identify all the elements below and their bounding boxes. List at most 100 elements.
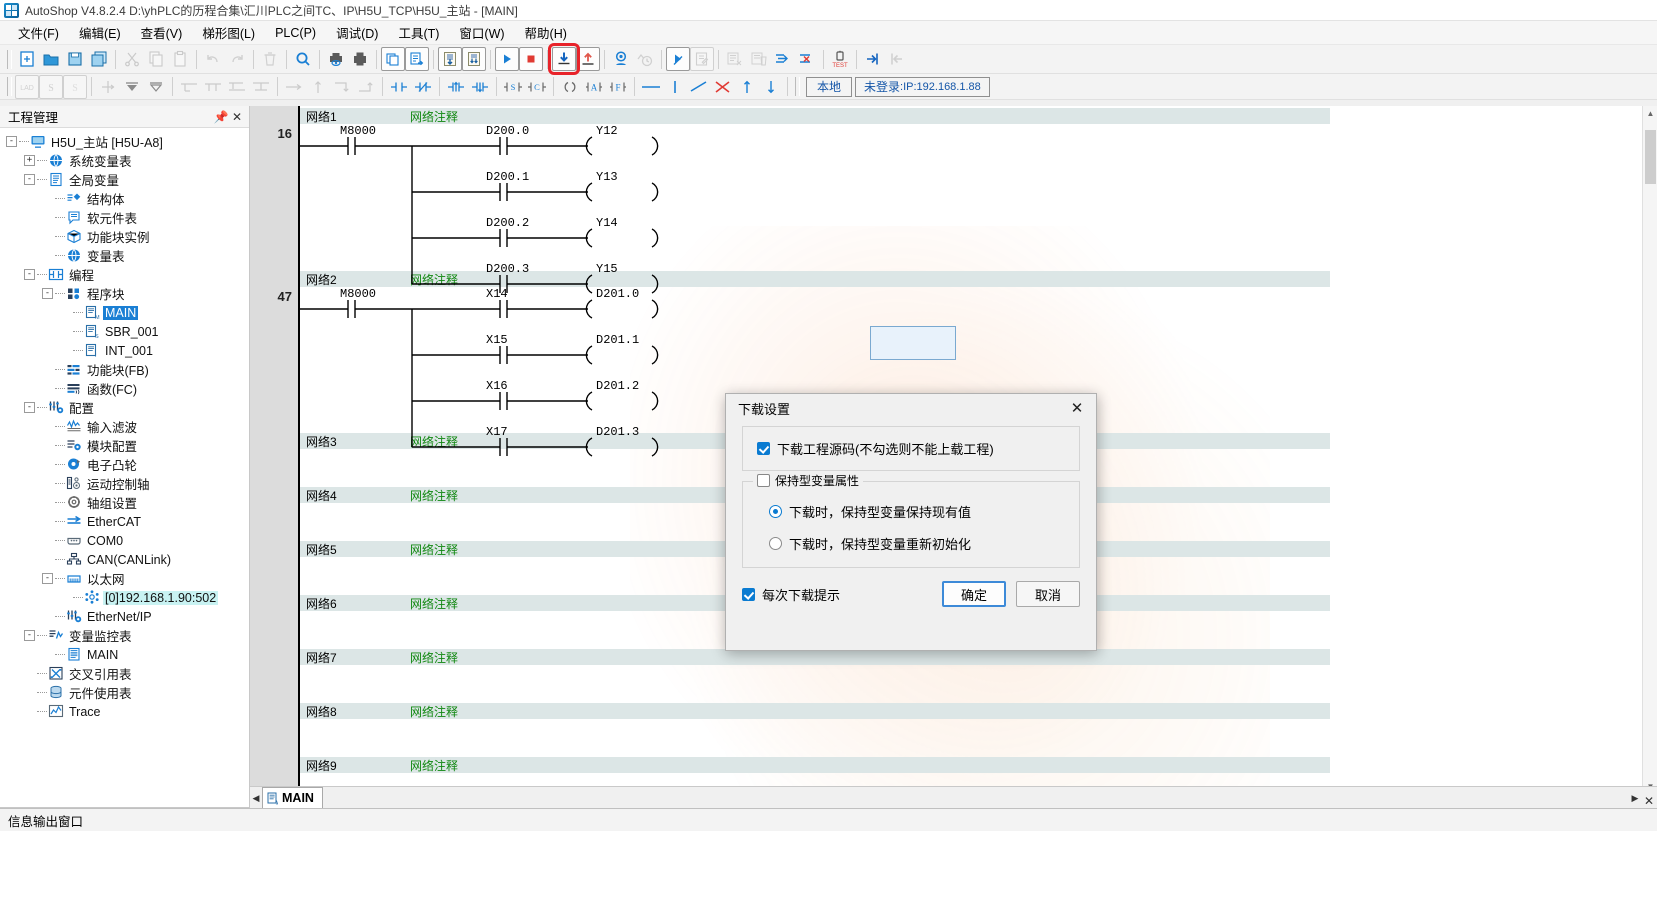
editor-vertical-scrollbar[interactable]: ▲ ▼ [1642,106,1657,794]
compile-icon[interactable] [438,47,462,71]
tab-scroll-left[interactable]: ◀ [250,788,262,808]
tree-expander[interactable]: - [6,136,17,147]
login-icon[interactable] [861,47,885,71]
tree-item-[interactable]: 交叉引用表 [6,664,249,683]
tree-item-[interactable]: -配置 [6,398,249,417]
toolbar-grip[interactable] [7,50,12,69]
contact-no-icon[interactable] [387,75,411,99]
reset-c-icon[interactable]: C [525,75,549,99]
menu-view[interactable]: 查看(V) [131,20,193,45]
new-file-icon[interactable] [15,47,39,71]
open-folder-icon[interactable] [39,47,63,71]
tree-item-[interactable]: 软元件表 [6,208,249,227]
retain-init-radio[interactable] [769,537,782,550]
copy-icon[interactable] [144,47,168,71]
arrow-up-icon[interactable] [735,75,759,99]
tree-item-h5u_h5ua8[interactable]: -H5U_主站 [H5U-A8] [6,132,249,151]
menu-tools[interactable]: 工具(T) [388,20,449,45]
move-down-icon[interactable] [144,75,168,99]
tree-item-[interactable]: 变量表 [6,246,249,265]
paste-icon[interactable] [168,47,192,71]
tree-item-[interactable]: 元件使用表 [6,683,249,702]
retain-init-row[interactable]: 下载时，保持型变量重新初始化 [769,534,1065,553]
f-block-icon[interactable]: F [606,75,630,99]
tree-item-trace[interactable]: Trace [6,702,249,721]
window-cascade-icon[interactable] [381,47,405,71]
cancel-button[interactable]: 取消 [1016,581,1080,607]
contact-falling-icon[interactable] [468,75,492,99]
trace-icon[interactable] [633,47,657,71]
step-run-icon[interactable] [666,47,690,71]
vline-up-icon[interactable] [306,75,330,99]
move-down-filled-icon[interactable] [120,75,144,99]
menu-plc[interactable]: PLC(P) [265,23,326,43]
tree-item-int_001[interactable]: IINT_001 [6,341,249,360]
connection-local-label[interactable]: 本地 [806,77,852,97]
clear-program-icon[interactable] [723,47,747,71]
tree-expander[interactable]: + [24,155,35,166]
a-block-icon[interactable]: A [582,75,606,99]
compile-all-icon[interactable] [462,47,486,71]
window-list-icon[interactable] [405,47,429,71]
save-all-icon[interactable] [87,47,111,71]
tree-expander[interactable]: - [42,288,53,299]
contact-rising-icon[interactable] [444,75,468,99]
tree-item-[interactable]: 轴组设置 [6,493,249,512]
tree-item-[interactable]: 结构体 [6,189,249,208]
test-usb-icon[interactable]: TEST [828,47,852,71]
tree-item-ethercat[interactable]: EtherCAT [6,512,249,531]
contact-nc-icon[interactable] [411,75,435,99]
cut-icon[interactable] [120,47,144,71]
tree-item-0192.168.1.90:502[interactable]: [0]192.168.1.90:502 [6,588,249,607]
close-icon[interactable]: ✕ [229,109,245,125]
branch-up-icon[interactable] [177,75,201,99]
draw-hline-icon[interactable] [639,75,663,99]
sfc-mode-icon[interactable]: S [63,75,87,99]
tree-item-main[interactable]: MAIN [6,645,249,664]
tree-item-[interactable]: 输入滤波 [6,417,249,436]
download-source-code-row[interactable]: 下载工程源码(不勾选则不能上载工程) [757,439,1065,458]
edit-mode-icon[interactable] [690,47,714,71]
menu-help[interactable]: 帮助(H) [515,20,577,45]
delete-icon[interactable] [258,47,282,71]
menu-debug[interactable]: 调试(D) [326,20,388,45]
connection-status[interactable]: 未登录:IP:192.168.1.88 [855,77,990,97]
upload-icon[interactable] [576,47,600,71]
network-header[interactable]: 网络1网络注释 [300,108,1330,124]
tree-expander[interactable]: - [24,174,35,185]
corner-up-icon[interactable] [354,75,378,99]
tree-item-[interactable]: 模块配置 [6,436,249,455]
tree-item-[interactable]: 运动控制轴 [6,474,249,493]
print-icon[interactable] [348,47,372,71]
delete-vline-icon[interactable] [711,75,735,99]
tree-item-sbr_001[interactable]: SSBR_001 [6,322,249,341]
arrow-down-icon[interactable] [759,75,783,99]
corner-down-icon[interactable] [330,75,354,99]
menu-file[interactable]: 文件(F) [8,20,69,45]
undo-icon[interactable] [201,47,225,71]
tree-item-fb[interactable]: 功能块(FB) [6,360,249,379]
tab-scroll-right[interactable]: ▶ [1629,788,1641,808]
search-icon[interactable] [291,47,315,71]
menu-window[interactable]: 窗口(W) [449,20,514,45]
retain-group-legend[interactable]: 保持型变量属性 [753,472,863,489]
hline-icon[interactable] [282,75,306,99]
save-icon[interactable] [63,47,87,71]
tree-item-[interactable]: -变量监控表 [6,626,249,645]
retain-group-checkbox[interactable] [757,474,770,487]
tree-item-[interactable]: -编程 [6,265,249,284]
monitor-icon[interactable] [609,47,633,71]
retain-keep-radio[interactable] [769,505,782,518]
lad-mode-icon[interactable]: LAD [15,75,39,99]
scroll-up-arrow[interactable]: ▲ [1643,106,1657,121]
toolbar-grip[interactable] [7,77,12,96]
tree-item-com0[interactable]: COM0 [6,531,249,550]
network-header[interactable]: 网络8网络注释 [300,703,1330,719]
tree-item-ethernetip[interactable]: EtherNet/IP [6,607,249,626]
network-header[interactable]: 网络9网络注释 [300,757,1330,773]
tree-item-[interactable]: -以太网 [6,569,249,588]
download-icon[interactable] [552,47,576,71]
tree-item-main[interactable]: MMAIN [6,303,249,322]
stop-icon[interactable] [519,47,543,71]
clear-all-icon[interactable] [747,47,771,71]
